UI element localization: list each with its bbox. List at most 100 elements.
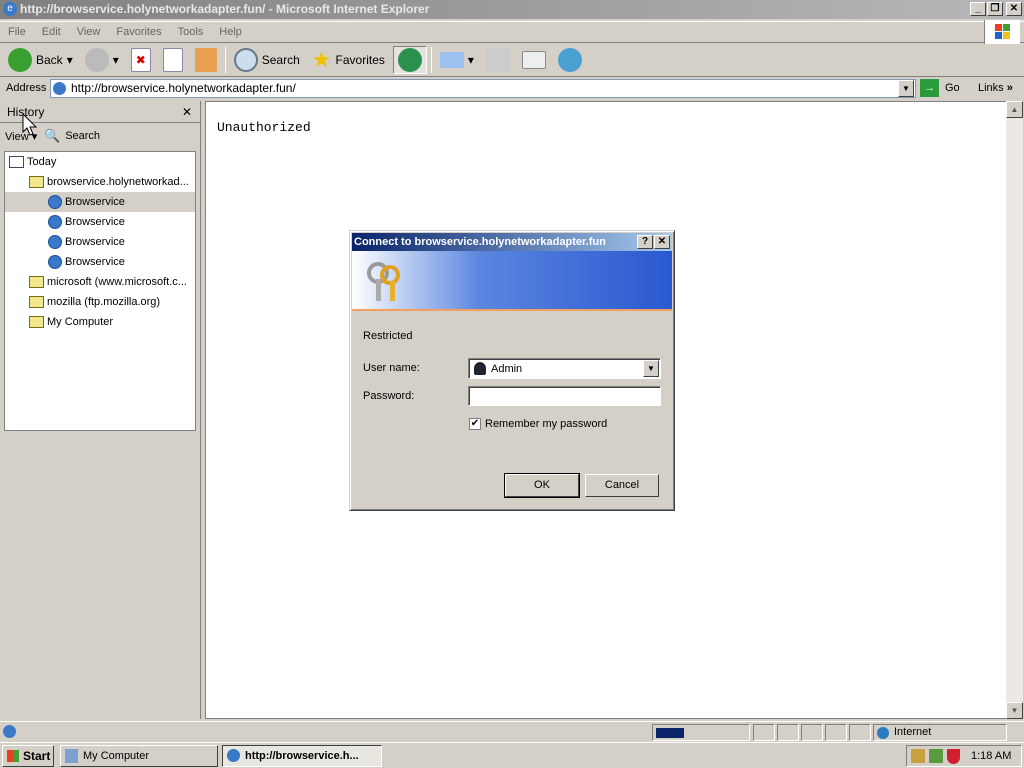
menu-favorites[interactable]: Favorites xyxy=(108,22,169,43)
history-item-today[interactable]: Today xyxy=(9,152,56,172)
realm-text: Restricted xyxy=(363,330,413,342)
separator xyxy=(224,47,226,73)
history-item-my-computer[interactable]: My Computer xyxy=(29,312,113,332)
history-icon xyxy=(397,48,422,72)
calendar-icon xyxy=(9,156,24,168)
password-input[interactable] xyxy=(468,386,661,406)
refresh-button[interactable] xyxy=(159,46,187,74)
history-item-page[interactable]: Browservice xyxy=(5,192,195,212)
menu-bar: File Edit View Favorites Tools Help xyxy=(0,21,1024,43)
minimize-button[interactable]: _ xyxy=(970,2,986,16)
ie-page-icon xyxy=(48,195,62,209)
user-icon xyxy=(474,362,486,375)
status-pane xyxy=(825,724,847,741)
mail-button[interactable]: ▾ xyxy=(436,46,478,74)
history-button[interactable] xyxy=(392,46,427,74)
tray-app-icon[interactable] xyxy=(929,749,943,763)
computer-icon xyxy=(65,749,78,763)
dialog-banner xyxy=(352,251,672,311)
back-arrow-icon xyxy=(8,48,32,72)
address-dropdown-button[interactable]: ▼ xyxy=(898,80,914,97)
history-item-page[interactable]: Browservice xyxy=(48,212,125,232)
network-icon[interactable] xyxy=(911,749,925,763)
history-item-site[interactable]: browservice.holynetworkad... xyxy=(29,172,189,192)
menu-tools[interactable]: Tools xyxy=(170,22,212,43)
status-pane xyxy=(777,724,799,741)
forward-button[interactable]: ▾ xyxy=(81,46,123,74)
printer-icon xyxy=(485,48,510,72)
globe-icon xyxy=(877,727,889,739)
search-icon: 🔍 xyxy=(44,128,61,143)
keys-icon xyxy=(367,262,400,301)
login-dialog: Connect to browservice.holynetworkadapte… xyxy=(349,230,675,511)
history-tree: Today browservice.holynetworkad... Brows… xyxy=(4,151,196,431)
folder-icon xyxy=(29,296,44,308)
status-pane xyxy=(849,724,871,741)
remember-password-checkbox[interactable]: ✔ xyxy=(469,418,481,430)
go-arrow-icon: → xyxy=(920,79,939,97)
password-label: Password: xyxy=(363,390,415,402)
history-item-mozilla[interactable]: mozilla (ftp.mozilla.org) xyxy=(29,292,160,312)
print-button[interactable] xyxy=(482,46,514,74)
username-label: User name: xyxy=(363,362,420,374)
menu-file[interactable]: File xyxy=(0,22,34,43)
ie-page-icon xyxy=(53,82,66,95)
dialog-close-button[interactable]: ✕ xyxy=(654,235,670,249)
status-bar: Internet xyxy=(0,721,1024,741)
scroll-down-button[interactable]: ▼ xyxy=(1006,702,1023,719)
history-item-microsoft[interactable]: microsoft (www.microsoft.c... xyxy=(29,272,187,292)
history-close-button[interactable]: ✕ xyxy=(182,105,192,119)
taskbar-internet-explorer[interactable]: http://browservice.h... xyxy=(222,745,382,767)
favorites-button[interactable]: ★ Favorites xyxy=(308,46,389,74)
search-icon xyxy=(233,48,258,72)
username-combobox[interactable]: Admin ▼ xyxy=(468,358,661,379)
edit-button[interactable] xyxy=(518,46,550,74)
links-button[interactable]: Links » xyxy=(978,82,1013,94)
menu-view[interactable]: View xyxy=(69,22,109,43)
address-input[interactable]: http://browservice.holynetworkadapter.fu… xyxy=(50,79,916,98)
folder-icon xyxy=(29,176,44,188)
window-title-bar: http://browservice.holynetworkadapter.fu… xyxy=(0,0,1024,19)
windows-logo xyxy=(984,20,1020,44)
refresh-icon xyxy=(162,48,183,72)
menu-help[interactable]: Help xyxy=(211,22,250,43)
status-pane xyxy=(801,724,823,741)
username-dropdown-button[interactable]: ▼ xyxy=(643,360,659,377)
ok-button[interactable]: OK xyxy=(504,473,580,498)
security-shield-icon[interactable] xyxy=(947,749,960,764)
mail-icon xyxy=(439,52,464,68)
ie-icon xyxy=(227,749,240,762)
page-text: Unauthorized xyxy=(217,120,311,135)
close-button[interactable]: ✕ xyxy=(1006,2,1022,16)
mouse-cursor xyxy=(22,112,38,140)
zone-pane: Internet xyxy=(873,724,1007,741)
ie-page-icon xyxy=(3,725,16,738)
stop-button[interactable]: ✖ xyxy=(127,46,155,74)
edit-icon xyxy=(521,51,546,69)
restore-button[interactable]: ❐ xyxy=(987,2,1003,16)
folder-icon xyxy=(29,316,44,328)
history-search-button[interactable]: 🔍 Search xyxy=(44,128,100,144)
history-item-page[interactable]: Browservice xyxy=(48,232,125,252)
taskbar-my-computer[interactable]: My Computer xyxy=(60,745,218,767)
back-button[interactable]: Back ▾ xyxy=(4,46,77,74)
search-button[interactable]: Search xyxy=(230,46,304,74)
stop-icon: ✖ xyxy=(130,48,151,72)
history-pane: History ✕ View ▾ 🔍 Search Today browservi… xyxy=(0,101,201,719)
progress-pane xyxy=(652,724,750,741)
cancel-button[interactable]: Cancel xyxy=(585,474,659,497)
clock: 1:18 AM xyxy=(971,750,1012,762)
messenger-button[interactable] xyxy=(554,46,586,74)
ie-page-icon xyxy=(48,215,62,229)
menu-edit[interactable]: Edit xyxy=(34,22,69,43)
go-button[interactable]: → Go xyxy=(920,79,960,97)
home-button[interactable] xyxy=(191,46,221,74)
home-icon xyxy=(194,48,217,72)
dialog-help-button[interactable]: ? xyxy=(637,235,653,249)
start-button[interactable]: Start xyxy=(2,745,54,767)
vertical-scrollbar[interactable]: ▲ ▼ xyxy=(1006,101,1023,719)
separator xyxy=(430,47,432,73)
scroll-up-button[interactable]: ▲ xyxy=(1006,101,1023,118)
history-item-page[interactable]: Browservice xyxy=(48,252,125,272)
toolbar: Back ▾ ▾ ✖ Search ★ Favorites ▾ xyxy=(0,44,1024,77)
